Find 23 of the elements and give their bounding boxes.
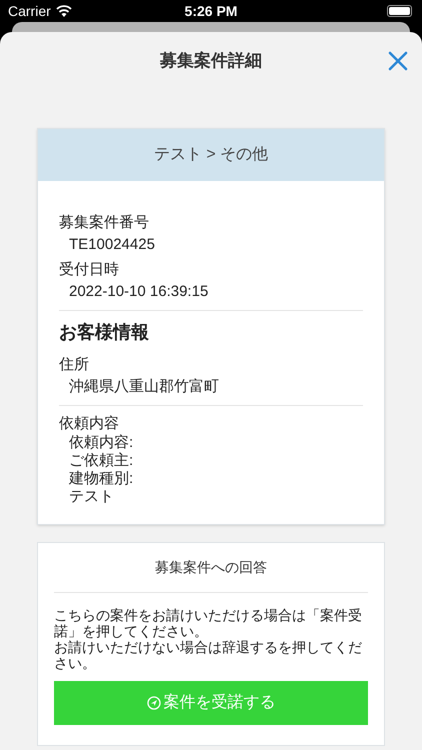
carrier-label: Carrier [8, 2, 51, 20]
answer-message: こちらの案件をお請けいただける場合は「案件受諾」を押してください。 [54, 607, 363, 639]
field-label: 受付日時 [59, 260, 120, 280]
field-label: 住所 [59, 355, 90, 375]
answer-title: 募集案件への回答 [54, 543, 368, 593]
section-heading: お客様情報 [59, 321, 150, 344]
field-value: TE10024425 [68, 235, 156, 255]
field-label: 募集案件番号 [59, 213, 150, 233]
field-value: 2022-10-10 16:39:15 [68, 282, 210, 302]
field-label: 依頼内容 [59, 414, 120, 434]
clock: 5:26 PM [184, 2, 238, 20]
field-value: ご依頼主: [68, 452, 134, 470]
field-value: テスト [68, 488, 115, 506]
field-value: 沖縄県八重山郡竹富町 [68, 377, 220, 397]
sheet-title: 募集案件詳細 [160, 50, 262, 72]
battery-icon [387, 5, 412, 17]
close-button[interactable] [388, 51, 408, 71]
accept-button[interactable]: 案件を受諾する [54, 681, 368, 725]
field-value: 建物種別: [68, 470, 134, 488]
answer-message: お請けいただけない場合は辞退するを押してください。 [54, 639, 363, 671]
field-value: 依頼内容: [68, 434, 134, 452]
category-header: テスト > その他 [38, 129, 384, 181]
wifi-icon [56, 5, 72, 17]
